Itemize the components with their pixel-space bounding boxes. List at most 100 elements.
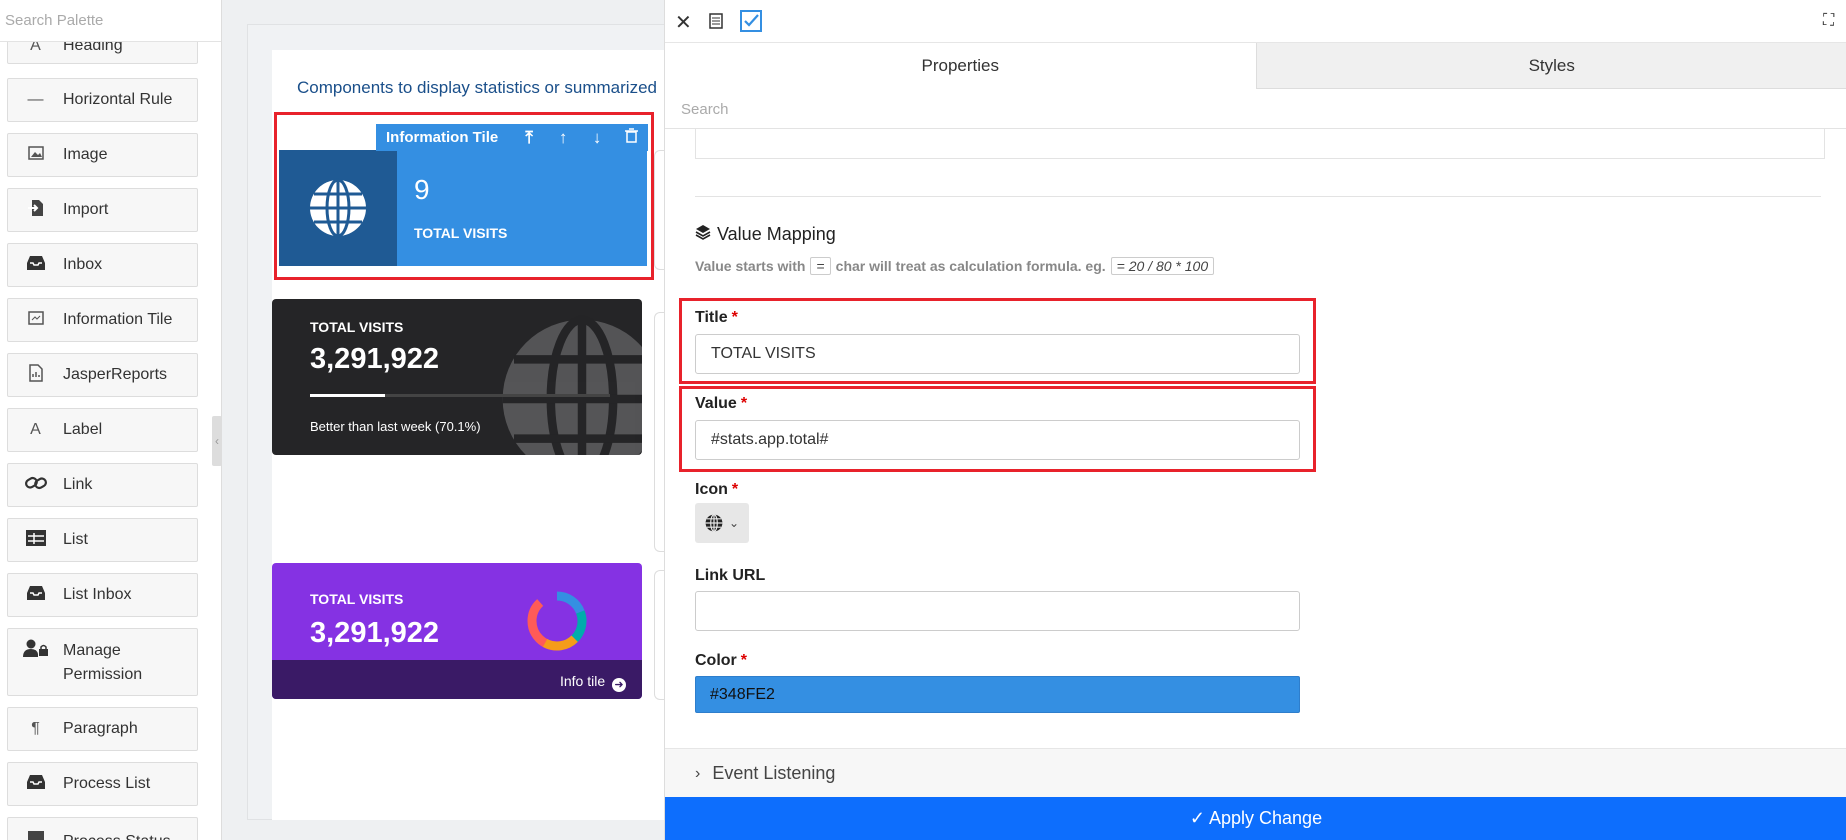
progress-fill bbox=[310, 394, 385, 397]
inbox-icon bbox=[8, 585, 63, 606]
formula-hint: Value starts with = char will treat as c… bbox=[695, 257, 1219, 275]
icon-picker[interactable]: ⌄ bbox=[695, 503, 749, 543]
palette-item-label: Horizontal Rule bbox=[63, 91, 173, 108]
palette-item-label: List bbox=[63, 531, 88, 548]
required-marker: * bbox=[731, 481, 739, 498]
move-down-icon[interactable]: ↓ bbox=[580, 128, 614, 148]
event-listening-label: Event Listening bbox=[712, 763, 836, 783]
delete-icon[interactable] bbox=[614, 127, 648, 148]
report-icon bbox=[8, 363, 63, 387]
donut-chart-icon bbox=[527, 591, 587, 651]
link-url-label: Link URL bbox=[695, 567, 766, 584]
check-icon: ✓ bbox=[1189, 808, 1209, 828]
close-icon[interactable]: ✕ bbox=[675, 10, 692, 35]
required-marker: * bbox=[731, 309, 738, 326]
palette-item-information-tile[interactable]: Information Tile bbox=[7, 298, 198, 342]
horizontal-scrollbar[interactable] bbox=[695, 129, 1825, 159]
palette-item-label: JasperReports bbox=[63, 366, 168, 383]
palette-item-image[interactable]: Image bbox=[7, 133, 198, 177]
title-input[interactable]: TOTAL VISITS bbox=[695, 334, 1300, 374]
list-icon bbox=[8, 529, 63, 551]
tile-title: TOTAL VISITS bbox=[310, 591, 404, 607]
value-label: Value * bbox=[695, 395, 747, 413]
color-label: Color * bbox=[695, 652, 747, 670]
section-divider bbox=[695, 196, 1821, 197]
required-marker: * bbox=[740, 395, 748, 412]
palette-search-input[interactable]: Search Palette bbox=[0, 0, 221, 42]
select-parent-icon[interactable]: ⤒ bbox=[512, 128, 546, 148]
palette-item-paragraph[interactable]: ¶ Paragraph bbox=[7, 707, 198, 751]
hint-example: = 20 / 80 * 100 bbox=[1110, 257, 1215, 275]
image-icon bbox=[8, 145, 63, 165]
tile-value: 3,291,922 bbox=[310, 617, 440, 649]
chevron-right-icon: › bbox=[695, 764, 701, 782]
layers-icon bbox=[695, 224, 711, 245]
component-palette: A Heading — Horizontal Rule Image Import… bbox=[0, 0, 222, 840]
palette-item-label: Process Status bbox=[63, 830, 171, 840]
globe-icon bbox=[705, 514, 723, 532]
progress-bar bbox=[310, 394, 610, 397]
move-up-icon[interactable]: ↑ bbox=[546, 128, 580, 148]
color-label-text: Color bbox=[695, 652, 737, 669]
label-icon: A bbox=[30, 421, 41, 438]
palette-item-jasperreports[interactable]: JasperReports bbox=[7, 353, 198, 397]
page-icon[interactable] bbox=[709, 12, 723, 35]
tile-title: TOTAL VISITS bbox=[310, 319, 404, 335]
import-icon bbox=[8, 199, 63, 222]
palette-item-horizontal-rule[interactable]: — Horizontal Rule bbox=[7, 78, 198, 122]
canvas-description: Components to display statistics or summ… bbox=[297, 78, 657, 97]
palette-item-label: Information Tile bbox=[63, 311, 173, 328]
information-tile-purple[interactable]: TOTAL VISITS 3,291,922 Info tile ➜ bbox=[272, 563, 642, 699]
info-tile-link[interactable]: Info tile bbox=[560, 673, 605, 689]
tile-footer: Info tile ➜ bbox=[272, 660, 642, 699]
palette-item-import[interactable]: Import bbox=[7, 188, 198, 232]
tab-styles[interactable]: Styles bbox=[1256, 43, 1846, 89]
palette-item-link[interactable]: Link bbox=[7, 463, 198, 507]
palette-item-label[interactable]: A Label bbox=[7, 408, 198, 452]
palette-item-label: Image bbox=[63, 146, 108, 163]
palette-item-process-status[interactable]: Process Status bbox=[7, 817, 198, 840]
properties-search-input[interactable]: Search bbox=[665, 89, 1846, 129]
paragraph-icon: ¶ bbox=[31, 720, 40, 737]
icon-label-text: Icon bbox=[695, 481, 728, 498]
chevron-down-icon: ⌄ bbox=[728, 516, 740, 530]
apply-change-button[interactable]: ✓ Apply Change bbox=[665, 797, 1846, 840]
icon-label: Icon * bbox=[695, 481, 738, 499]
event-listening-section[interactable]: › Event Listening bbox=[665, 748, 1846, 798]
link-url-input[interactable] bbox=[695, 591, 1300, 631]
palette-item-list[interactable]: List bbox=[7, 518, 198, 562]
color-input[interactable]: #348FE2 bbox=[695, 676, 1300, 713]
palette-item-manage-permission[interactable]: Manage Permission bbox=[7, 628, 198, 696]
palette-item-label: List Inbox bbox=[63, 586, 132, 603]
palette-item-label: Inbox bbox=[63, 256, 103, 273]
information-tile-dark[interactable]: TOTAL VISITS 3,291,922 Better than last … bbox=[272, 299, 642, 455]
panel-tabs: Properties Styles bbox=[665, 43, 1846, 89]
hint-middle: char will treat as calculation formula. … bbox=[835, 258, 1106, 274]
checkbox-checked-icon[interactable] bbox=[740, 10, 762, 38]
tab-properties[interactable]: Properties bbox=[665, 43, 1257, 89]
status-icon bbox=[8, 830, 63, 840]
value-mapping-heading: Value Mapping bbox=[695, 224, 836, 245]
component-toolbar: Information Tile ⤒ ↑ ↓ bbox=[376, 124, 648, 151]
palette-item-label: Process List bbox=[63, 775, 151, 792]
palette-item-process-list[interactable]: Process List bbox=[7, 762, 198, 806]
component-name: Information Tile bbox=[386, 129, 499, 146]
palette-item-list-inbox[interactable]: List Inbox bbox=[7, 573, 198, 617]
fullscreen-icon[interactable]: ⛶ bbox=[1823, 12, 1834, 30]
value-label-text: Value bbox=[695, 395, 737, 412]
palette-item-label: Label bbox=[63, 421, 103, 438]
sidebar-collapse-handle[interactable]: ‹ bbox=[212, 416, 222, 466]
section-title: Value Mapping bbox=[717, 224, 836, 244]
apply-change-label: Apply Change bbox=[1209, 808, 1323, 828]
hint-char: = bbox=[810, 257, 831, 275]
palette-item-inbox[interactable]: Inbox bbox=[7, 243, 198, 287]
globe-icon bbox=[502, 315, 642, 455]
horizontal-rule-icon: — bbox=[27, 91, 44, 108]
user-lock-icon bbox=[8, 639, 63, 662]
value-input[interactable]: #stats.app.total# bbox=[695, 420, 1300, 460]
inbox-icon bbox=[8, 774, 63, 795]
palette-item-label: Manage Permission bbox=[63, 642, 143, 683]
tile-description: Better than last week (70.1%) bbox=[310, 419, 481, 434]
palette-item-label: Import bbox=[63, 201, 109, 218]
palette-item-label: Link bbox=[63, 476, 93, 493]
